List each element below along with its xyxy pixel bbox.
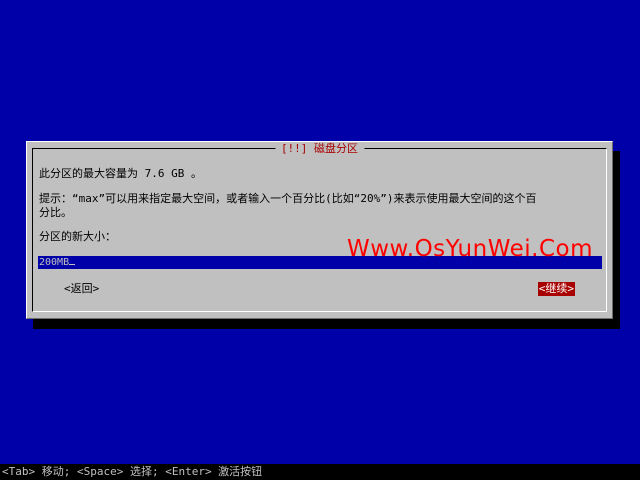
partition-size-dialog: [!!] 磁盘分区 此分区的最大容量为 7.6 GB 。 提示：“max”可以用… <box>26 141 613 319</box>
key-help-bar: <Tab> 移动; <Space> 选择; <Enter> 激活按钮 <box>0 464 640 480</box>
continue-button[interactable]: <继续> <box>537 282 575 296</box>
back-button[interactable]: <返回> <box>64 282 99 296</box>
text-cursor <box>69 264 76 265</box>
hint-text-line-2: 分比。 <box>39 206 72 219</box>
hint-text-line-1: 提示：“max”可以用来指定最大空间，或者输入一个百分比(比如“20%”)来表示… <box>39 192 537 205</box>
max-size-text: 此分区的最大容量为 7.6 GB 。 <box>39 167 202 180</box>
partition-size-value: 200MB <box>39 257 70 268</box>
dialog-title: [!!] 磁盘分区 <box>274 142 365 156</box>
site-watermark: Www.OsYunWei.Com <box>347 236 593 262</box>
